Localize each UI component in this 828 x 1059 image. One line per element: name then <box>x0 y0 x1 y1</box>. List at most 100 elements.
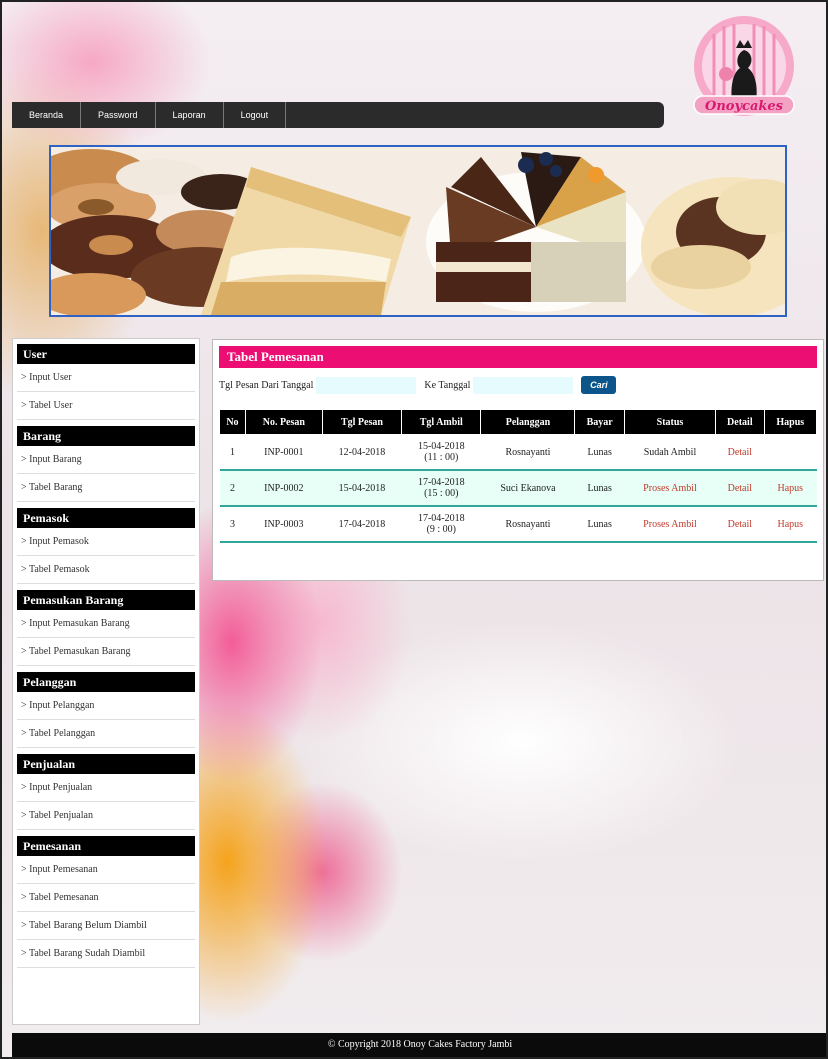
detail-link-cell: Detail <box>715 434 765 471</box>
cell-payment-cell: Lunas <box>574 470 625 507</box>
pickup-date: 15-04-2018 <box>417 441 465 452</box>
sidebar-link[interactable]: > Tabel Barang Belum Diambil <box>17 912 195 940</box>
column-header: No <box>219 409 246 435</box>
column-header: Hapus <box>763 409 818 435</box>
cell-order-number-cell: INP-0002 <box>245 470 323 507</box>
cell-pickup-date-cell: 17-04-2018 (9 : 00) <box>401 506 481 543</box>
sidebar-section-title: Pelanggan <box>17 672 195 692</box>
logo-text: Onoycakes <box>705 99 784 114</box>
sidebar-link[interactable]: > Input User <box>17 364 195 392</box>
to-date-input[interactable] <box>473 376 574 394</box>
sidebar-link[interactable]: > Input Pemasok <box>17 528 195 556</box>
sidebar-section-title: Pemasukan Barang <box>17 590 195 610</box>
cell-no: 3 <box>229 518 235 530</box>
cell-customer: Rosnayanti <box>505 446 551 458</box>
delete-link-cell <box>764 434 817 471</box>
pickup-time: (11 : 00) <box>424 452 459 463</box>
cell-order-number-cell: INP-0003 <box>245 506 323 543</box>
cell-order-number: INP-0002 <box>264 482 304 494</box>
cell-status-cell: Proses Ambil <box>624 506 716 543</box>
sidebar-menu: User > Input User > Tabel User Barang > Inpu… <box>12 338 200 1025</box>
cell-no-cell: 1 <box>219 434 246 471</box>
nav-laporan[interactable]: Laporan <box>156 102 224 128</box>
orders-table: No No. Pesan Tgl Pesan Tgl Ambil Pelanggan Ba… <box>219 409 818 543</box>
sidebar-section-title: Pemasok <box>17 508 195 528</box>
column-header: Status <box>623 409 717 435</box>
cell-order-date-cell: 15-04-2018 <box>322 470 402 507</box>
onoycakes-logo: Onoycakes <box>693 16 795 116</box>
to-date-label: Ke Tanggal <box>424 379 471 391</box>
detail-link[interactable]: Detail <box>728 483 752 494</box>
cell-order-date: 15-04-2018 <box>338 482 386 494</box>
delete-link[interactable]: Hapus <box>778 483 804 494</box>
cell-order-date-cell: 12-04-2018 <box>322 434 402 471</box>
sidebar-link[interactable]: > Input Pemasukan Barang <box>17 610 195 638</box>
cell-customer-cell: Rosnayanti <box>480 434 575 471</box>
search-button[interactable]: Cari <box>581 376 617 394</box>
banner-image <box>51 147 785 315</box>
sidebar-link[interactable]: > Tabel Pelanggan <box>17 720 195 748</box>
pickup-date: 17-04-2018 <box>417 477 465 488</box>
sidebar-section-title: Penjualan <box>17 754 195 774</box>
column-header: Bayar <box>574 409 625 435</box>
sidebar-link[interactable]: > Input Pemesanan <box>17 856 195 884</box>
sidebar-link[interactable]: > Tabel Barang <box>17 474 195 502</box>
sidebar-section-title: Barang <box>17 426 195 446</box>
sidebar-link[interactable]: > Tabel Barang Sudah Diambil <box>17 940 195 968</box>
cell-order-number: INP-0001 <box>264 446 304 458</box>
cell-payment: Lunas <box>587 446 612 458</box>
from-date-input[interactable] <box>316 376 417 394</box>
cell-customer-cell: Rosnayanti <box>480 506 575 543</box>
sidebar-link[interactable]: > Tabel Penjualan <box>17 802 195 830</box>
table-row: 2 INP-0002 15-04-2018 17-04-2018 (15 : 00) Su… <box>219 470 817 507</box>
cell-no: 1 <box>229 446 235 458</box>
cell-status-cell: Proses Ambil <box>624 470 716 507</box>
footer: © Copyright 2018 Onoy Cakes Factory Jamb… <box>12 1033 826 1057</box>
orders-panel: Tabel Pemesanan Tgl Pesan Dari Tanggal K… <box>212 339 824 581</box>
cell-pickup-date-cell: 15-04-2018 (11 : 00) <box>401 434 481 471</box>
pickup-time: (9 : 00) <box>426 524 457 535</box>
pickup-time: (15 : 00) <box>424 488 459 499</box>
cell-payment: Lunas <box>587 482 612 494</box>
cell-payment: Lunas <box>587 518 612 530</box>
page-frame: Beranda Password Laporan Logout Onoycake… <box>0 0 828 1059</box>
cell-no-cell: 2 <box>219 470 246 507</box>
cell-payment-cell: Lunas <box>574 506 625 543</box>
cell-status-cell: Sudah Ambil <box>624 434 716 471</box>
table-header-row: No No. Pesan Tgl Pesan Tgl Ambil Pelanggan Ba… <box>219 409 818 435</box>
sidebar-link[interactable]: > Tabel Pemasukan Barang <box>17 638 195 666</box>
sidebar-link[interactable]: > Input Penjualan <box>17 774 195 802</box>
cell-customer: Suci Ekanova <box>500 482 556 494</box>
column-header: Detail <box>715 409 765 435</box>
nav-beranda[interactable]: Beranda <box>12 102 82 128</box>
column-header: Pelanggan <box>480 409 576 435</box>
panel-title: Tabel Pemesanan <box>219 346 817 368</box>
detail-link-cell: Detail <box>715 470 765 507</box>
delete-link-cell: Hapus <box>764 470 817 507</box>
cell-status: Sudah Ambil <box>643 446 697 458</box>
nav-password[interactable]: Password <box>81 102 156 128</box>
detail-link[interactable]: Detail <box>728 447 752 458</box>
delete-link-cell: Hapus <box>764 506 817 543</box>
delete-link[interactable]: Hapus <box>778 519 804 530</box>
sidebar-section-title: Pemesanan <box>17 836 195 856</box>
sidebar-link[interactable]: > Input Pelanggan <box>17 692 195 720</box>
sidebar-section-title: User <box>17 344 195 364</box>
cell-status: Proses Ambil <box>643 482 697 494</box>
table-row: 1 INP-0001 12-04-2018 15-04-2018 (11 : 00) Ro… <box>219 434 817 471</box>
cell-order-date: 17-04-2018 <box>338 518 386 530</box>
cell-pickup-date-cell: 17-04-2018 (15 : 00) <box>401 470 481 507</box>
cell-order-number: INP-0003 <box>264 518 304 530</box>
cake-banner <box>49 145 787 317</box>
pickup-date: 17-04-2018 <box>417 513 465 524</box>
detail-link[interactable]: Detail <box>728 519 752 530</box>
sidebar-link[interactable]: > Input Barang <box>17 446 195 474</box>
sidebar-link[interactable]: > Tabel Pemesanan <box>17 884 195 912</box>
cell-order-date-cell: 17-04-2018 <box>322 506 402 543</box>
nav-logout[interactable]: Logout <box>224 102 287 128</box>
column-header: Tgl Pesan <box>321 409 403 435</box>
sidebar-link[interactable]: > Tabel Pemasok <box>17 556 195 584</box>
cell-order-number-cell: INP-0001 <box>245 434 323 471</box>
cell-payment-cell: Lunas <box>574 434 625 471</box>
sidebar-link[interactable]: > Tabel User <box>17 392 195 420</box>
